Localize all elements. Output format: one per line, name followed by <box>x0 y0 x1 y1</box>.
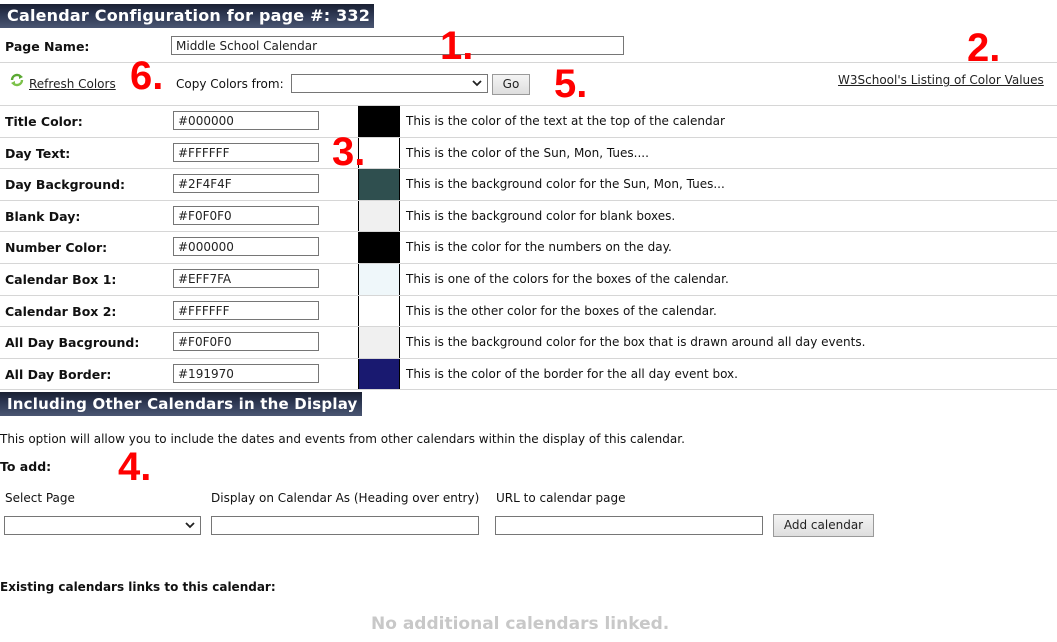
page-name-input[interactable] <box>171 36 624 55</box>
annotation-5: 5. <box>554 62 588 106</box>
empty-message: No additional calendars linked. <box>371 614 670 634</box>
annotation-1: 1. <box>440 24 474 68</box>
row-divider <box>0 389 1057 390</box>
color-row-label: All Day Border: <box>5 367 112 382</box>
color-row-label: Day Text: <box>5 146 71 161</box>
row-divider <box>0 231 1057 232</box>
color-description: This is the background color for the box… <box>406 335 866 349</box>
include-intro: This option will allow you to include th… <box>0 432 685 446</box>
annotation-2: 2. <box>967 26 1001 70</box>
color-swatch <box>358 264 400 296</box>
color-description: This is the background color for blank b… <box>406 209 676 223</box>
chevron-down-icon <box>185 522 195 529</box>
select-page-label: Select Page <box>5 491 75 505</box>
copy-colors-label: Copy Colors from: <box>176 77 284 91</box>
color-description: This is the color of the border for the … <box>406 367 738 381</box>
url-label: URL to calendar page <box>496 491 626 505</box>
color-row-label: Calendar Box 2: <box>5 304 117 319</box>
color-value-input[interactable] <box>173 143 319 162</box>
refresh-colors-link[interactable]: Refresh Colors <box>29 77 116 91</box>
color-value-input[interactable] <box>173 269 319 288</box>
color-row-label: Calendar Box 1: <box>5 272 117 287</box>
page-name-label: Page Name: <box>5 39 90 54</box>
display-as-input[interactable] <box>211 516 479 535</box>
page-title: Calendar Configuration for page #: 332 <box>0 4 375 28</box>
color-value-input[interactable] <box>173 237 319 256</box>
include-section-title: Including Other Calendars in the Display <box>0 392 362 416</box>
select-page-dropdown[interactable] <box>4 516 201 535</box>
divider <box>0 105 1057 106</box>
color-swatch <box>358 201 400 232</box>
color-row-label: Blank Day: <box>5 209 81 224</box>
annotation-3: 3. <box>332 130 366 174</box>
go-button[interactable]: Go <box>492 74 530 95</box>
color-description: This is one of the colors for the boxes … <box>406 272 729 286</box>
row-divider <box>0 326 1057 327</box>
color-description: This is the background color for the Sun… <box>406 177 725 191</box>
color-value-input[interactable] <box>173 206 319 225</box>
color-row-label: All Day Bacground: <box>5 335 140 350</box>
row-divider <box>0 358 1057 359</box>
row-divider <box>0 168 1057 169</box>
color-value-input[interactable] <box>173 111 319 130</box>
color-description: This is the color of the Sun, Mon, Tues.… <box>406 146 649 160</box>
annotation-6: 6. <box>130 54 164 98</box>
url-input[interactable] <box>495 516 763 535</box>
color-value-input[interactable] <box>173 174 319 193</box>
color-value-input[interactable] <box>173 332 319 351</box>
row-divider <box>0 200 1057 201</box>
row-divider <box>0 263 1057 264</box>
row-divider <box>0 137 1057 138</box>
color-description: This is the color of the text at the top… <box>406 114 725 128</box>
to-add-label: To add: <box>0 459 52 474</box>
copy-colors-select[interactable] <box>291 74 488 93</box>
existing-calendars-label: Existing calendars links to this calenda… <box>0 580 276 594</box>
color-value-input[interactable] <box>173 301 319 320</box>
color-description: This is the other color for the boxes of… <box>406 304 717 318</box>
color-swatch <box>358 296 400 327</box>
color-row-label: Title Color: <box>5 114 83 129</box>
color-row-label: Number Color: <box>5 240 108 255</box>
annotation-4: 4. <box>118 445 152 489</box>
color-swatch <box>358 327 400 359</box>
color-description: This is the color for the numbers on the… <box>406 240 672 254</box>
chevron-down-icon <box>472 80 482 87</box>
row-divider <box>0 295 1057 296</box>
display-as-label: Display on Calendar As (Heading over ent… <box>211 491 480 505</box>
w3schools-color-link[interactable]: W3School's Listing of Color Values <box>838 73 1044 87</box>
color-swatch <box>358 232 400 264</box>
add-calendar-button[interactable]: Add calendar <box>773 514 874 537</box>
refresh-icon[interactable] <box>10 73 24 87</box>
color-value-input[interactable] <box>173 364 319 383</box>
color-row-label: Day Background: <box>5 177 126 192</box>
color-swatch <box>358 359 400 390</box>
